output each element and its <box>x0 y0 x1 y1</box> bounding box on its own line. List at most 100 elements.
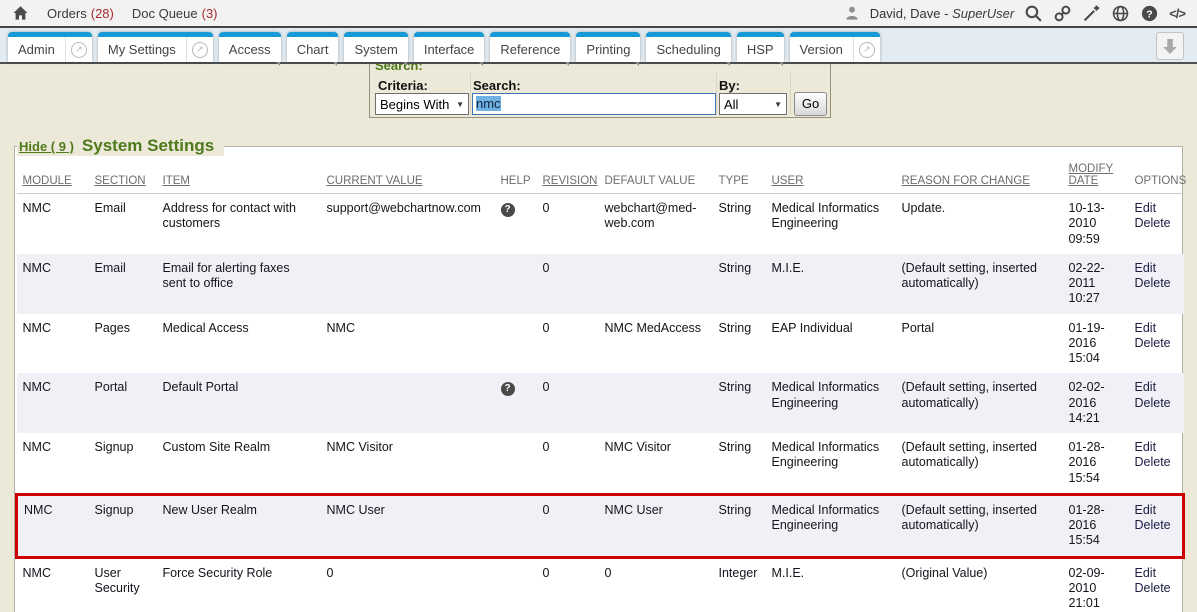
column-header-section[interactable]: SECTION <box>89 161 157 194</box>
globe-icon[interactable] <box>1111 4 1130 23</box>
column-header-module[interactable]: MODULE <box>17 161 89 194</box>
criteria-label: Criteria: <box>378 78 428 93</box>
delete-link[interactable]: Delete <box>1135 276 1178 291</box>
wand-icon[interactable] <box>1082 4 1101 23</box>
tab-hsp[interactable]: HSP <box>737 32 784 62</box>
edit-link[interactable]: Edit <box>1135 566 1178 581</box>
cell-type: String <box>713 194 766 254</box>
home-icon[interactable] <box>12 5 29 21</box>
open-new-window-icon[interactable]: ↗ <box>186 37 213 62</box>
cell-item: Email for alerting faxes sent to office <box>157 254 321 314</box>
edit-link[interactable]: Edit <box>1135 503 1177 518</box>
code-icon[interactable]: </> <box>1169 6 1185 21</box>
cell-reason: Portal <box>896 314 1063 374</box>
delete-link[interactable]: Delete <box>1135 216 1178 231</box>
arrow-up-right-icon: ↗ <box>71 42 87 58</box>
cell-options: EditDelete <box>1129 494 1184 557</box>
column-header-current-value[interactable]: CURRENT VALUE <box>321 161 495 194</box>
cell-item: New User Realm <box>157 494 321 557</box>
column-header-revision[interactable]: REVISION <box>537 161 599 194</box>
cell-section: User Security <box>89 557 157 612</box>
search-input[interactable]: nmc <box>472 93 716 115</box>
link-icon[interactable] <box>1053 4 1072 23</box>
delete-link[interactable]: Delete <box>1135 455 1178 470</box>
delete-link[interactable]: Delete <box>1135 581 1178 596</box>
user-menu[interactable]: David, Dave - SuperUser <box>870 6 1015 21</box>
by-selected-value: All <box>724 97 738 112</box>
column-header-reason-for-change[interactable]: REASON FOR CHANGE <box>896 161 1063 194</box>
help-icon[interactable]: ? <box>501 382 515 396</box>
help-icon[interactable]: ? <box>501 203 515 217</box>
tab-strip: Admin↗My Settings↗AccessChartSystemInter… <box>0 28 1197 64</box>
table-row-highlighted: NMCSignupNew User RealmNMC User0NMC User… <box>17 494 1184 557</box>
delete-link[interactable]: Delete <box>1135 396 1178 411</box>
tab-label: Version <box>790 37 853 62</box>
edit-link[interactable]: Edit <box>1135 321 1178 336</box>
cell-default-value: NMC Visitor <box>599 433 713 494</box>
cell-modify-date: 10-13-2010 09:59 <box>1063 194 1129 254</box>
doc-queue-link[interactable]: Doc Queue (3) <box>132 6 218 21</box>
chevron-down-icon: ▼ <box>456 100 464 109</box>
tab-access[interactable]: Access <box>219 32 281 62</box>
cell-revision: 0 <box>537 194 599 254</box>
column-header-user[interactable]: USER <box>766 161 896 194</box>
tab-label: Chart <box>287 37 339 62</box>
cell-module: NMC <box>17 314 89 374</box>
cell-help <box>495 494 537 557</box>
orders-link[interactable]: Orders (28) <box>47 6 114 21</box>
cell-type: String <box>713 314 766 374</box>
tab-chart[interactable]: Chart <box>287 32 339 62</box>
user-role: SuperUser <box>952 6 1014 21</box>
by-label: By: <box>719 78 740 93</box>
chevron-down-icon: ▼ <box>774 100 782 109</box>
help-icon[interactable]: ? <box>1140 4 1159 23</box>
open-new-window-icon[interactable]: ↗ <box>65 37 92 62</box>
edit-link[interactable]: Edit <box>1135 201 1178 216</box>
column-header-modify-date[interactable]: MODIFY DATE <box>1063 161 1129 194</box>
cell-section: Portal <box>89 373 157 433</box>
hide-link[interactable]: Hide ( 9 ) <box>19 139 74 154</box>
tab-system[interactable]: System <box>344 32 407 62</box>
delete-link[interactable]: Delete <box>1135 336 1178 351</box>
by-select[interactable]: All ▼ <box>719 93 787 115</box>
cell-reason: (Default setting, inserted automatically… <box>896 254 1063 314</box>
divider <box>716 73 717 115</box>
cell-item: Default Portal <box>157 373 321 433</box>
cell-modify-date: 01-28-2016 15:54 <box>1063 433 1129 494</box>
user-icon <box>844 5 860 21</box>
cell-revision: 0 <box>537 254 599 314</box>
edit-link[interactable]: Edit <box>1135 261 1178 276</box>
settings-table: MODULESECTIONITEMCURRENT VALUEHELPREVISI… <box>15 161 1185 612</box>
cell-module: NMC <box>17 557 89 612</box>
cell-current-value: 0 <box>321 557 495 612</box>
tab-admin[interactable]: Admin↗ <box>8 32 92 62</box>
cell-user: M.I.E. <box>766 254 896 314</box>
table-row: NMCSignupCustom Site RealmNMC Visitor0NM… <box>17 433 1184 494</box>
tab-interface[interactable]: Interface <box>414 32 485 62</box>
delete-link[interactable]: Delete <box>1135 518 1177 533</box>
cell-section: Signup <box>89 433 157 494</box>
criteria-select[interactable]: Begins With ▼ <box>375 93 469 115</box>
cell-default-value: NMC MedAccess <box>599 314 713 374</box>
edit-link[interactable]: Edit <box>1135 380 1178 395</box>
go-button[interactable]: Go <box>794 92 827 116</box>
tab-scheduling[interactable]: Scheduling <box>646 32 730 62</box>
page-down-button[interactable] <box>1156 32 1184 60</box>
edit-link[interactable]: Edit <box>1135 440 1178 455</box>
tab-version[interactable]: Version↗ <box>790 32 880 62</box>
open-new-window-icon[interactable]: ↗ <box>853 37 880 62</box>
svg-text:?: ? <box>1146 8 1152 20</box>
cell-user: EAP Individual <box>766 314 896 374</box>
cell-item: Medical Access <box>157 314 321 374</box>
cell-module: NMC <box>17 194 89 254</box>
tab-printing[interactable]: Printing <box>576 32 640 62</box>
tab-reference[interactable]: Reference <box>490 32 570 62</box>
table-row: NMCEmailAddress for contact with custome… <box>17 194 1184 254</box>
cell-type: String <box>713 433 766 494</box>
column-header-options: OPTIONS <box>1129 161 1184 194</box>
column-header-item[interactable]: ITEM <box>157 161 321 194</box>
tab-my-settings[interactable]: My Settings↗ <box>98 32 213 62</box>
search-icon[interactable] <box>1024 4 1043 23</box>
cell-revision: 0 <box>537 373 599 433</box>
cell-current-value: NMC <box>321 314 495 374</box>
